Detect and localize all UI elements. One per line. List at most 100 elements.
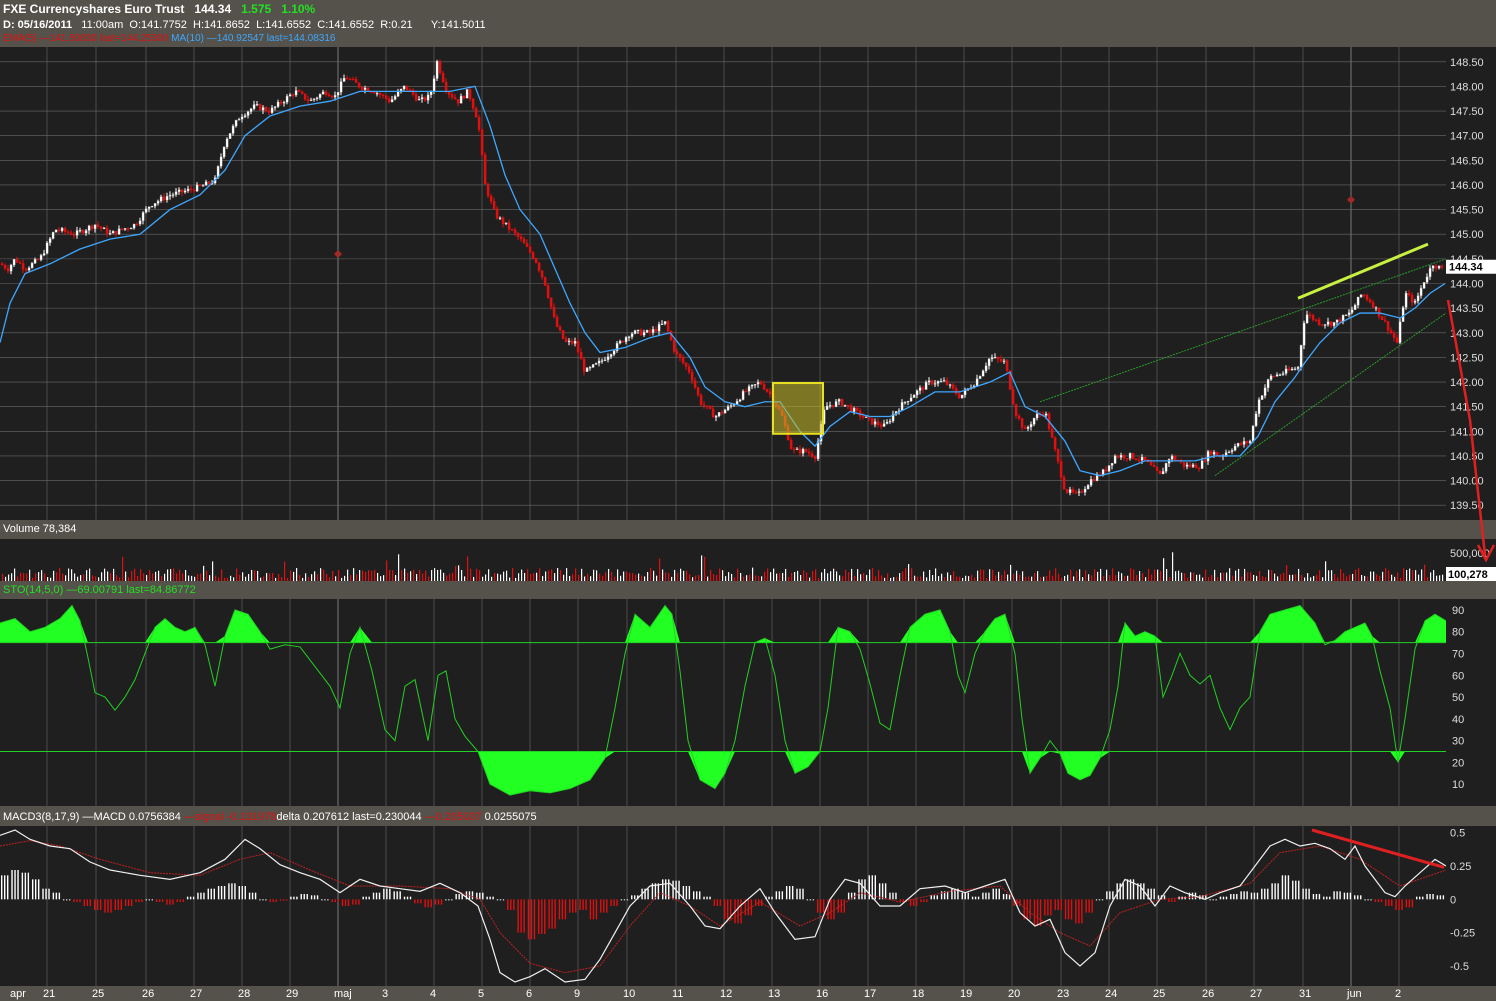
macd-histogram-bar: [1349, 892, 1352, 900]
macd-histogram-bar: [55, 892, 58, 900]
volume-bar: [614, 576, 616, 581]
volume-bar: [638, 573, 640, 581]
volume-bar: [869, 569, 871, 581]
macd-histogram-bar: [806, 899, 809, 901]
candle-body: [579, 351, 583, 360]
volume-bar: [1151, 574, 1153, 581]
volume-bar: [215, 575, 217, 581]
macd-histogram-bar: [1395, 899, 1397, 910]
candle-body: [1248, 441, 1252, 444]
volume-bar: [1301, 574, 1303, 581]
macd-histogram-bar: [1295, 880, 1297, 900]
candle-body: [936, 381, 940, 384]
price-panel[interactable]: [0, 47, 1447, 520]
macd-histogram-bar: [409, 896, 412, 900]
macd-histogram-bar: [1370, 899, 1372, 901]
candle-body: [1425, 276, 1429, 283]
macd-histogram-bar: [982, 892, 984, 900]
candle-body: [636, 329, 640, 332]
candle-body: [81, 230, 85, 234]
candle-body: [984, 365, 988, 371]
macd-histogram-bar: [558, 899, 561, 920]
candle-body: [75, 230, 79, 236]
candle-body: [594, 363, 598, 365]
volume-bar: [821, 572, 823, 581]
macd-histogram-bar: [1391, 899, 1393, 906]
x-tick-label: 27: [1250, 988, 1262, 1000]
macd-histogram-bar: [802, 888, 804, 900]
candle-body: [1161, 471, 1165, 475]
candle-body: [1185, 464, 1189, 467]
candle-body: [492, 201, 496, 209]
macd-histogram-bar: [93, 899, 96, 910]
macd-histogram-bar: [303, 894, 305, 900]
macd-histogram-bar: [73, 899, 75, 902]
macd-histogram-bar: [1336, 891, 1338, 900]
macd-histogram-bar: [375, 892, 378, 900]
candle-body: [951, 384, 955, 389]
macd-histogram-bar: [213, 888, 215, 900]
volume-bar: [566, 568, 568, 581]
candle-body: [906, 400, 910, 403]
macd-histogram-bar: [613, 899, 615, 906]
macd-histogram-bar: [241, 886, 243, 900]
header-line-2: D: 05/16/2011 11:00am O:141.7752 H:141.8…: [3, 19, 486, 31]
macd-histogram-bar: [110, 899, 112, 913]
sto-tick-label: 90: [1452, 605, 1464, 617]
candle-body: [912, 394, 916, 398]
candle-body: [102, 227, 106, 230]
macd-histogram-bar: [231, 883, 233, 900]
volume-bar: [941, 573, 943, 581]
candle-body: [1257, 399, 1261, 414]
volume-bar: [83, 574, 85, 581]
x-axis: apr 21 25 26 27 28 29 maj 3 4 5 6 9 10 11 12 13 16 17 18 19 2…: [10, 988, 1401, 1000]
volume-bar: [296, 568, 298, 581]
macd-panel[interactable]: [0, 826, 1447, 986]
candle-body: [915, 390, 919, 396]
candle-body: [1053, 437, 1057, 450]
volume-bar: [1043, 576, 1045, 581]
diamond-marker: [334, 249, 342, 258]
volume-bar: [260, 577, 262, 581]
volume-bar: [995, 575, 997, 581]
volume-bar: [1115, 575, 1117, 581]
candle-body: [132, 223, 136, 229]
candle-body: [1401, 307, 1405, 322]
candle-body: [171, 194, 175, 196]
candle-body: [864, 416, 868, 418]
candle-body: [474, 108, 478, 118]
macd-histogram-bar: [1106, 891, 1108, 900]
volume-bar: [464, 576, 466, 581]
candle-body: [1302, 322, 1306, 346]
candle-body: [456, 98, 460, 104]
volume-bar: [479, 570, 481, 581]
volume-bar: [956, 576, 958, 581]
macd-histogram-bar: [881, 883, 884, 900]
candle-body: [1404, 293, 1408, 308]
macd-histogram-bar: [1081, 899, 1083, 924]
candle-body: [480, 129, 484, 156]
candle-body: [1296, 366, 1300, 369]
volume-bar: [1433, 570, 1435, 581]
candle-body: [1365, 295, 1369, 300]
macd-histogram-bar: [709, 896, 711, 900]
macd-tick-label: -0.5: [1450, 961, 1469, 973]
macd-histogram-bar: [313, 895, 316, 900]
candle-body: [342, 77, 346, 82]
candle-body: [807, 451, 811, 454]
volume-panel[interactable]: [0, 539, 1446, 581]
sto-panel[interactable]: [0, 599, 1447, 806]
candle-body: [483, 154, 487, 185]
macd-histogram-bar: [45, 888, 47, 900]
volume-bar: [257, 570, 259, 581]
volume-bar: [1430, 572, 1432, 581]
macd-histogram-bar: [740, 899, 742, 924]
volume-bar: [524, 572, 526, 581]
candle-body: [414, 94, 418, 101]
macd-histogram-bar: [610, 899, 612, 906]
macd-histogram-bar: [114, 899, 117, 910]
macd-histogram-bar: [1398, 899, 1400, 910]
volume-bar: [359, 570, 361, 581]
macd-histogram-bar: [89, 899, 92, 906]
macd-histogram-bar: [889, 892, 891, 900]
